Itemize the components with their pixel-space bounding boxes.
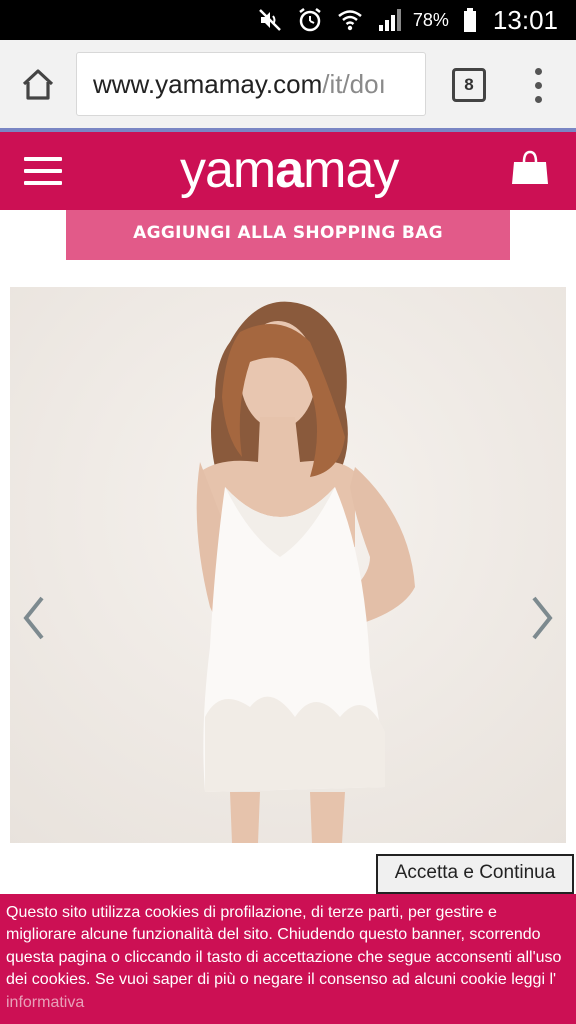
model-photo [10,287,566,843]
next-image-arrow-icon[interactable] [528,590,558,646]
hamburger-menu-icon[interactable] [24,157,62,185]
product-image[interactable] [10,287,566,843]
yamamay-logo[interactable]: yamamay [180,140,400,200]
logo-part-2: a [275,141,304,199]
previous-image-arrow-icon[interactable] [18,590,48,646]
cookie-banner: Questo sito utilizza cookies di profilaz… [0,894,576,1024]
accept-cookies-button[interactable]: Accetta e Continua [376,854,574,894]
cookie-info-link[interactable]: informativa [6,994,84,1011]
shopping-bag-icon[interactable] [510,148,550,188]
site-header: yamamay [0,132,576,210]
browser-toolbar: www.yamamay.com/it/doı 8 [0,40,576,128]
status-bar: 78% 13:01 [0,0,576,40]
url-text: www.yamamay.com/it/doı [93,69,386,100]
status-icons: 78% 13:01 [257,0,558,40]
logo-part-1: yam [180,141,276,199]
url-domain: www.yamamay.com [93,69,323,99]
overflow-menu-icon[interactable] [524,66,554,106]
url-path: /it/doı [322,69,386,99]
add-to-bag-button[interactable]: AGGIUNGI ALLA SHOPPING BAG [66,210,510,260]
logo-part-3: may [303,141,399,199]
mute-icon [259,9,281,31]
cookie-text: Questo sito utilizza cookies di profilaz… [6,904,562,989]
tab-switcher-button[interactable]: 8 [452,68,486,102]
battery-icon [463,8,476,32]
alarm-icon [299,8,321,32]
address-bar[interactable]: www.yamamay.com/it/doı [76,52,426,116]
battery-percent: 78% [412,9,449,30]
home-icon[interactable] [16,62,60,106]
clock: 13:01 [492,4,558,35]
signal-icon [378,9,401,31]
wifi-icon [338,10,362,31]
